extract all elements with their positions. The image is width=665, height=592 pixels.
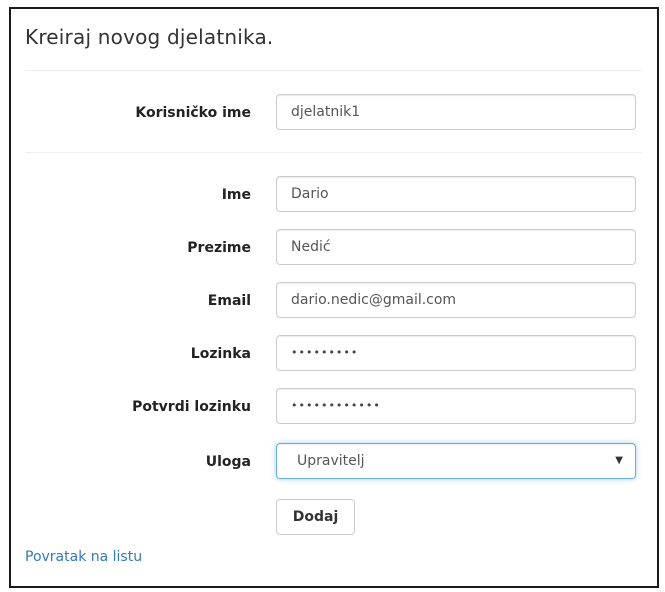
first-name-field[interactable]: Dario bbox=[276, 176, 636, 212]
back-to-list-link[interactable]: Povratak na listu bbox=[25, 549, 142, 565]
chevron-down-icon: ▼ bbox=[615, 455, 623, 466]
divider bbox=[25, 70, 643, 71]
password-label: Lozinka bbox=[190, 346, 251, 362]
role-select[interactable]: Upravitelj ▼ bbox=[276, 443, 636, 479]
username-field[interactable]: djelatnik1 bbox=[276, 94, 636, 130]
role-label: Uloga bbox=[205, 454, 251, 470]
last-name-label: Prezime bbox=[187, 240, 251, 256]
add-button[interactable]: Dodaj bbox=[276, 499, 355, 535]
page-title: Kreiraj novog djelatnika. bbox=[25, 25, 274, 49]
last-name-field[interactable]: Nedić bbox=[276, 229, 636, 265]
create-employee-panel: Kreiraj novog djelatnika. Korisničko ime… bbox=[9, 7, 659, 588]
username-label: Korisničko ime bbox=[135, 105, 251, 121]
confirm-password-label: Potvrdi lozinku bbox=[132, 399, 251, 415]
first-name-label: Ime bbox=[221, 187, 251, 203]
email-label: Email bbox=[207, 293, 251, 309]
email-field[interactable]: dario.nedic@gmail.com bbox=[276, 282, 636, 318]
password-field[interactable]: ••••••••• bbox=[276, 335, 636, 371]
role-selected-value: Upravitelj bbox=[297, 453, 365, 469]
confirm-password-field[interactable]: •••••••••••• bbox=[276, 388, 636, 424]
divider bbox=[25, 152, 643, 153]
